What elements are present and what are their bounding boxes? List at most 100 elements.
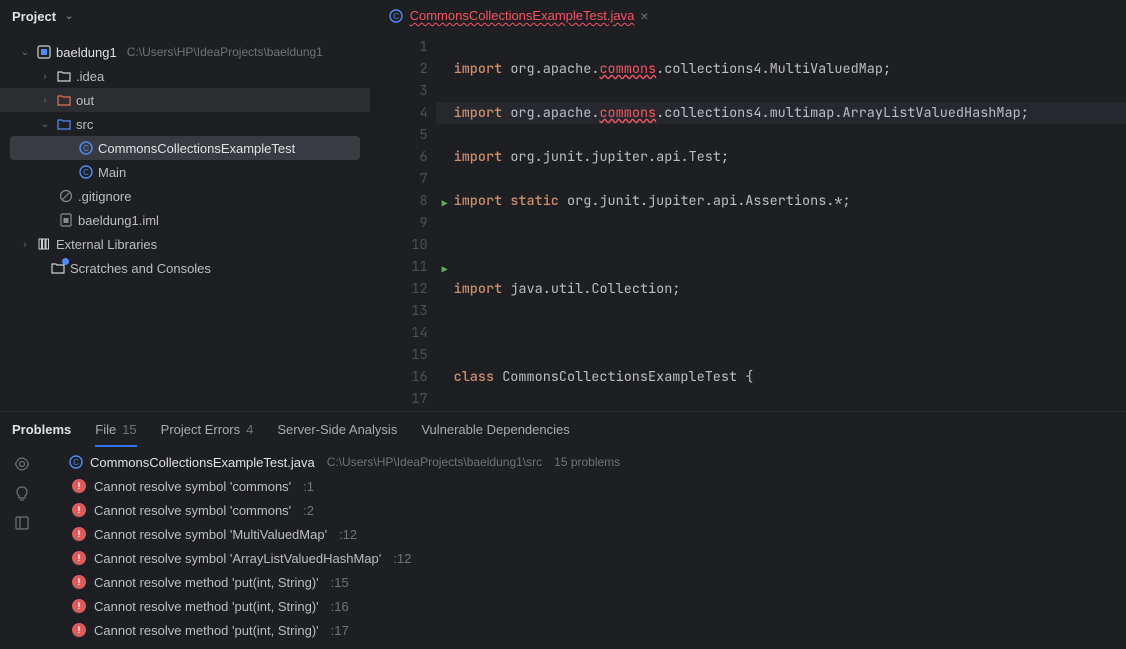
problem-item[interactable]: ! Cannot resolve symbol 'commons' :1 (44, 474, 1126, 498)
gitignore-icon (58, 188, 74, 204)
tree-item-label: out (76, 93, 94, 108)
editor-tab-label: CommonsCollectionsExampleTest.java (410, 8, 635, 23)
problems-content: C CommonsCollectionsExampleTest.java C:\… (0, 446, 1126, 649)
tree-item-label: src (76, 117, 93, 132)
svg-text:C: C (393, 12, 399, 21)
project-errors-tab[interactable]: Project Errors 4 (161, 412, 254, 446)
tree-item-out[interactable]: › out (0, 88, 370, 112)
tree-item-test-class[interactable]: C CommonsCollectionsExampleTest (10, 136, 360, 160)
problem-item[interactable]: ! Cannot resolve method 'put(int, String)… (44, 618, 1126, 642)
tree-item-label: Scratches and Consoles (70, 261, 211, 276)
java-class-icon: C (68, 454, 84, 470)
folder-icon (56, 68, 72, 84)
run-test-icon[interactable]: ▶ (442, 259, 448, 281)
server-side-analysis-tab[interactable]: Server-Side Analysis (277, 412, 397, 446)
error-icon: ! (72, 599, 86, 613)
problem-message: Cannot resolve symbol 'commons' (94, 479, 291, 494)
editor-tab[interactable]: C CommonsCollectionsExampleTest.java × (378, 0, 659, 32)
problems-list: C CommonsCollectionsExampleTest.java C:\… (44, 446, 1126, 649)
chevron-down-icon: ⌄ (38, 119, 52, 130)
problem-location: :17 (331, 623, 349, 638)
run-class-icon[interactable]: ▶ (442, 193, 448, 215)
vulnerable-dependencies-tab[interactable]: Vulnerable Dependencies (421, 412, 569, 446)
chevron-down-icon: ⌄ (62, 11, 76, 22)
folder-out-icon (56, 92, 72, 108)
tree-root-path: C:\Users\HP\IdeaProjects\baeldung1 (127, 45, 323, 59)
problem-message: Cannot resolve method 'put(int, String)' (94, 599, 319, 614)
error-icon: ! (72, 575, 86, 589)
problems-file-name: CommonsCollectionsExampleTest.java (90, 455, 315, 470)
iml-file-icon (58, 212, 74, 228)
tree-root[interactable]: ⌄ baeldung1 C:\Users\HP\IdeaProjects\bae… (0, 40, 370, 64)
tree-item-src[interactable]: ⌄ src (0, 112, 370, 136)
editor-pane: C CommonsCollectionsExampleTest.java × 1… (370, 0, 1126, 411)
java-class-icon: C (78, 164, 94, 180)
library-icon (36, 236, 52, 252)
intention-bulb-icon[interactable] (15, 486, 29, 502)
svg-text:C: C (83, 168, 89, 177)
tree-item-label: .gitignore (78, 189, 131, 204)
tree-item-label: .idea (76, 69, 104, 84)
chevron-right-icon: › (18, 239, 32, 250)
problem-item[interactable]: ! Cannot resolve method 'put(int, String)… (44, 570, 1126, 594)
project-title: Project (12, 9, 56, 24)
java-class-icon: C (78, 140, 94, 156)
problem-message: Cannot resolve symbol 'MultiValuedMap' (94, 527, 327, 542)
svg-text:C: C (73, 458, 79, 467)
tree-item-main-class[interactable]: C Main (0, 160, 370, 184)
problems-toolbar (0, 446, 44, 649)
problems-file-path: C:\Users\HP\IdeaProjects\baeldung1\src (327, 455, 542, 469)
error-icon: ! (72, 623, 86, 637)
error-icon: ! (72, 479, 86, 493)
tree-item-label: External Libraries (56, 237, 157, 252)
problem-location: :16 (331, 599, 349, 614)
problem-message: Cannot resolve method 'put(int, String)' (94, 623, 319, 638)
highlight-icon[interactable] (14, 456, 30, 472)
problems-count: 15 problems (554, 455, 620, 469)
file-tab[interactable]: File 15 (95, 413, 136, 447)
problem-item[interactable]: ! Cannot resolve symbol 'MultiValuedMap':… (44, 522, 1126, 546)
project-tree: ⌄ baeldung1 C:\Users\HP\IdeaProjects\bae… (0, 32, 370, 411)
problems-tab[interactable]: Problems (12, 412, 71, 446)
tree-item-idea[interactable]: › .idea (0, 64, 370, 88)
tree-root-label: baeldung1 (56, 45, 117, 60)
error-icon: ! (72, 527, 86, 541)
problem-location: :12 (393, 551, 411, 566)
tree-item-label: CommonsCollectionsExampleTest (98, 141, 295, 156)
chevron-right-icon: › (38, 71, 52, 82)
java-class-icon: C (388, 8, 404, 24)
problems-panel: Problems File 15 Project Errors 4 Server… (0, 411, 1126, 649)
layout-icon[interactable] (15, 516, 29, 530)
problem-item[interactable]: !Cannot resolve symbol 'commons':2 (44, 498, 1126, 522)
code-editor[interactable]: 1 2 3 4 5 6 7 8▶ 9 10 11▶ 12 13 14 15 16 (370, 32, 1126, 411)
line-number-gutter: 1 2 3 4 5 6 7 8▶ 9 10 11▶ 12 13 14 15 16 (370, 32, 436, 411)
problem-message: Cannot resolve symbol 'ArrayListValuedHa… (94, 551, 381, 566)
code-content[interactable]: import org.apache.commons.collections4.M… (436, 32, 1126, 411)
problem-location: :15 (331, 575, 349, 590)
project-tool-window: Project ⌄ ⌄ baeldung1 C:\Users\HP\IdeaPr… (0, 0, 370, 411)
close-icon[interactable]: × (640, 8, 648, 24)
tree-item-external-libraries[interactable]: › External Libraries (0, 232, 370, 256)
problem-item[interactable]: ! Cannot resolve symbol 'ArrayListValuedH… (44, 546, 1126, 570)
folder-src-icon (56, 116, 72, 132)
tree-item-scratches[interactable]: Scratches and Consoles (0, 256, 370, 280)
project-panel-header[interactable]: Project ⌄ (0, 0, 370, 32)
problems-tab-bar: Problems File 15 Project Errors 4 Server… (0, 412, 1126, 446)
editor-tab-bar: C CommonsCollectionsExampleTest.java × (370, 0, 1126, 32)
svg-text:C: C (83, 144, 89, 153)
problem-location: :1 (303, 479, 314, 494)
tree-item-label: Main (98, 165, 126, 180)
error-icon: ! (72, 503, 86, 517)
problems-file-header[interactable]: C CommonsCollectionsExampleTest.java C:\… (44, 450, 1126, 474)
error-icon: ! (72, 551, 86, 565)
problem-location: :2 (303, 503, 314, 518)
tree-item-label: baeldung1.iml (78, 213, 159, 228)
chevron-right-icon: › (38, 95, 52, 106)
problem-message: Cannot resolve method 'put(int, String)' (94, 575, 319, 590)
tree-item-gitignore[interactable]: .gitignore (0, 184, 370, 208)
tree-item-iml[interactable]: baeldung1.iml (0, 208, 370, 232)
problem-item[interactable]: ! Cannot resolve method 'put(int, String)… (44, 594, 1126, 618)
problem-location: :12 (339, 527, 357, 542)
module-icon (36, 44, 52, 60)
chevron-down-icon: ⌄ (18, 47, 32, 58)
